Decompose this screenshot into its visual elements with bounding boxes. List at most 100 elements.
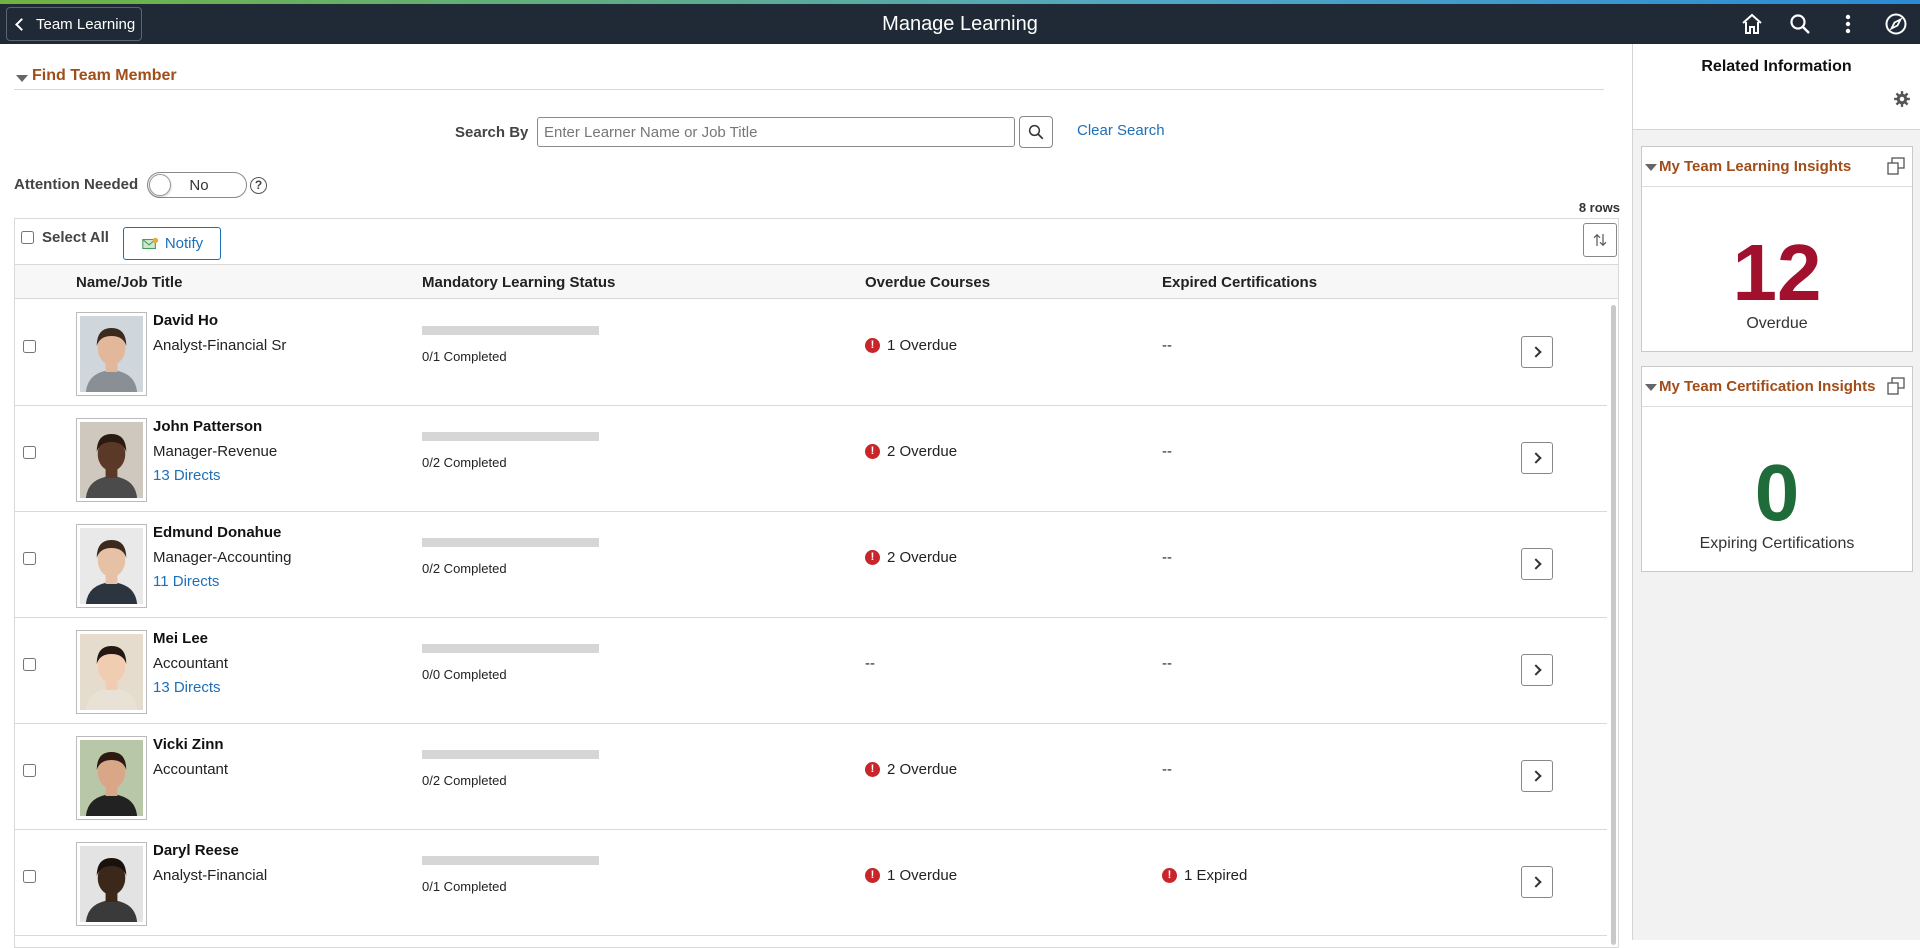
collapse-triangle-icon: [1645, 384, 1657, 391]
member-name: David Ho: [153, 312, 219, 329]
directs-link[interactable]: 13 Directs: [153, 467, 221, 484]
expired-certifications: ! 1 Expired: [1162, 867, 1247, 884]
overdue-courses: ! 1 Overdue: [865, 337, 957, 354]
member-name: Vicki Zinn: [153, 736, 224, 753]
notify-label: Notify: [164, 235, 204, 252]
tile-header[interactable]: My Team Certification Insights: [1642, 367, 1912, 407]
certification-insights-tile[interactable]: My Team Certification Insights 0 Expirin…: [1641, 366, 1913, 572]
clear-search-link[interactable]: Clear Search: [1077, 122, 1165, 139]
table-row: David Ho Analyst-Financial Sr 0/1 Complete…: [15, 300, 1607, 406]
alert-icon: !: [865, 444, 880, 459]
collapse-triangle-icon: [1645, 164, 1657, 171]
avatar: [76, 418, 147, 502]
avatar: [76, 736, 147, 820]
completed-status: 0/1 Completed: [422, 349, 507, 364]
open-window-icon[interactable]: [1887, 377, 1905, 395]
back-button[interactable]: Team Learning: [6, 7, 142, 41]
back-button-label: Team Learning: [36, 15, 136, 33]
chevron-left-icon: [15, 18, 28, 31]
chevron-right-icon: [1529, 664, 1542, 676]
chevron-right-icon: [1529, 876, 1542, 888]
open-window-icon[interactable]: [1887, 157, 1905, 175]
table-row: Daryl Reese Analyst-Financial 0/1 Complete…: [15, 830, 1607, 936]
tile-header[interactable]: My Team Learning Insights: [1642, 147, 1912, 187]
overdue-courses: ! 2 Overdue: [865, 761, 957, 778]
row-detail-button[interactable]: [1521, 336, 1553, 368]
grid-toolbar: Select All Notify: [15, 219, 1618, 265]
row-detail-button[interactable]: [1521, 548, 1553, 580]
attention-needed-toggle[interactable]: No: [147, 172, 247, 198]
alert-icon: !: [865, 338, 880, 353]
row-checkbox[interactable]: [23, 764, 36, 777]
row-detail-button[interactable]: [1521, 654, 1553, 686]
main-content: Find Team Member Search By Clear Search …: [0, 44, 1632, 948]
overdue-text: 1 Overdue: [887, 337, 958, 354]
gear-icon[interactable]: [1893, 90, 1911, 108]
expired-certifications: --: [1162, 443, 1172, 460]
member-name: Mei Lee: [153, 630, 209, 647]
app-header: Team Learning Manage Learning: [0, 4, 1920, 44]
row-detail-button[interactable]: [1521, 866, 1553, 898]
member-job-title: Accountant: [153, 655, 229, 672]
sort-button[interactable]: [1583, 223, 1617, 257]
learning-insights-tile[interactable]: My Team Learning Insights 12 Overdue: [1641, 146, 1913, 352]
column-header-expired[interactable]: Expired Certifications: [1162, 274, 1317, 291]
toggle-value: No: [189, 177, 209, 194]
vertical-scrollbar[interactable]: [1611, 305, 1616, 945]
column-header-name[interactable]: Name/Job Title: [76, 274, 182, 291]
row-detail-button[interactable]: [1521, 442, 1553, 474]
select-all-checkbox[interactable]: [21, 231, 34, 244]
table-row: Vicki Zinn Accountant 0/2 Completed ! 2 Over…: [15, 724, 1607, 830]
row-checkbox[interactable]: [23, 658, 36, 671]
column-header-status[interactable]: Mandatory Learning Status: [422, 274, 615, 291]
directs-link[interactable]: 13 Directs: [153, 679, 221, 696]
row-checkbox[interactable]: [23, 340, 36, 353]
overdue-text: 2 Overdue: [887, 549, 958, 566]
progress-bar: [422, 326, 599, 335]
notify-button[interactable]: Notify: [123, 227, 221, 260]
search-button[interactable]: [1019, 116, 1053, 148]
completed-status: 0/0 Completed: [422, 667, 507, 682]
help-icon[interactable]: ?: [250, 177, 267, 194]
related-information-header: Related Information: [1633, 44, 1920, 130]
chevron-right-icon: [1529, 770, 1542, 782]
row-detail-button[interactable]: [1521, 760, 1553, 792]
member-name: Daryl Reese: [153, 842, 239, 859]
row-checkbox[interactable]: [23, 870, 36, 883]
chevron-right-icon: [1529, 558, 1542, 570]
row-checkbox[interactable]: [23, 552, 36, 565]
member-job-title: Accountant: [153, 761, 229, 778]
overdue-text: 1 Overdue: [887, 867, 958, 884]
expired-certifications: --: [1162, 655, 1172, 672]
grid-body: David Ho Analyst-Financial Sr 0/1 Complete…: [15, 300, 1607, 947]
overdue-courses: ! 2 Overdue: [865, 549, 957, 566]
attention-needed-label: Attention Needed: [14, 176, 139, 193]
team-member-grid: Select All Notify Name/Job Title Mandato…: [14, 218, 1619, 948]
member-name: John Patterson: [153, 418, 263, 435]
tile-title: My Team Learning Insights: [1659, 158, 1852, 175]
page-title: Manage Learning: [882, 13, 1038, 35]
completed-status: 0/2 Completed: [422, 773, 507, 788]
more-vertical-icon[interactable]: [1834, 10, 1862, 38]
row-checkbox[interactable]: [23, 446, 36, 459]
member-job-title: Manager-Revenue: [153, 443, 278, 460]
alert-icon: !: [865, 868, 880, 883]
alert-icon: !: [1162, 868, 1177, 883]
completed-status: 0/1 Completed: [422, 879, 507, 894]
progress-bar: [422, 750, 599, 759]
home-icon[interactable]: [1738, 10, 1766, 38]
expired-text: --: [1162, 655, 1172, 672]
table-row: Mei Lee Accountant 13 Directs 0/0 Completed…: [15, 618, 1607, 724]
column-header-overdue[interactable]: Overdue Courses: [865, 274, 990, 291]
overdue-text: 2 Overdue: [887, 761, 958, 778]
expired-text: --: [1162, 549, 1172, 566]
overdue-count: 12: [1732, 228, 1822, 317]
search-icon[interactable]: [1786, 10, 1814, 38]
compass-icon[interactable]: [1882, 10, 1910, 38]
overdue-text: 2 Overdue: [887, 443, 958, 460]
notify-icon: [142, 237, 158, 249]
directs-link[interactable]: 11 Directs: [153, 573, 219, 590]
search-input[interactable]: [537, 117, 1015, 147]
collapse-triangle-icon: [16, 75, 28, 82]
find-team-member-section-header[interactable]: Find Team Member: [14, 66, 1604, 90]
